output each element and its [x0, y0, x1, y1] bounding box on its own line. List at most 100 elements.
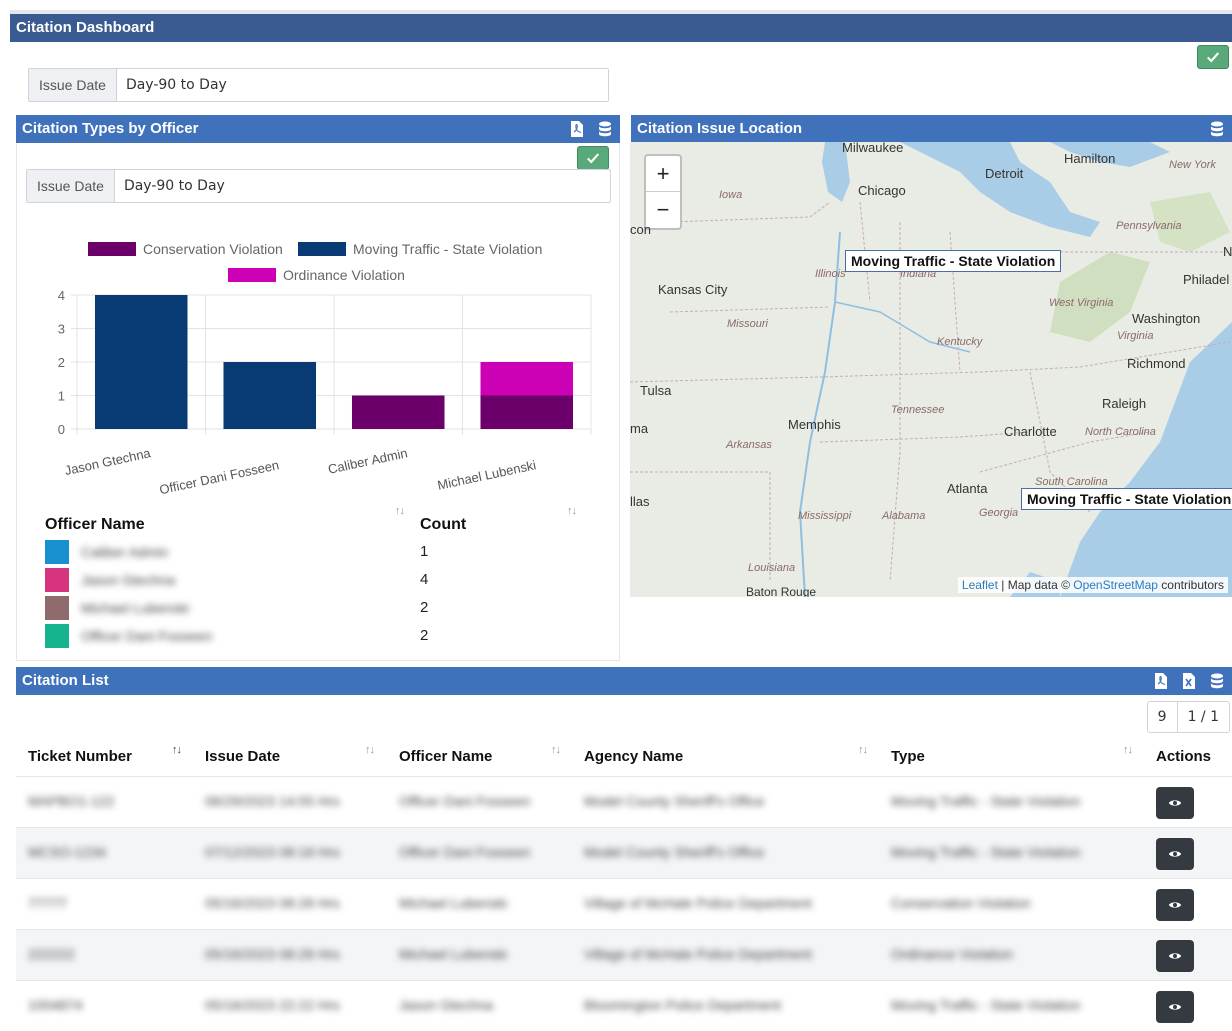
map-state-label: Arkansas: [726, 439, 772, 451]
map-city-label: con: [630, 222, 651, 237]
map-city-label: Detroit: [985, 166, 1024, 181]
sort-icon[interactable]: ↑↓: [172, 744, 182, 756]
sort-icon[interactable]: ↑↓: [395, 505, 405, 517]
officer-row[interactable]: Officer Dani Fosseen: [45, 624, 212, 648]
issue-date-header[interactable]: Issue Date: [205, 748, 280, 765]
officer-count-cell: 2: [420, 599, 429, 616]
database-icon[interactable]: [598, 121, 612, 137]
officer-row[interactable]: Michael Lubenski: [45, 596, 189, 620]
filter-value[interactable]: Day-90 to Day: [117, 69, 227, 101]
issue-date-filter[interactable]: Issue Date Day-90 to Day: [28, 68, 609, 102]
bar-conservation-violation: [480, 395, 574, 429]
legend-item-conservation[interactable]: Conservation Violation: [88, 241, 283, 257]
view-citation-button[interactable]: [1156, 940, 1194, 972]
actions-header: Actions: [1156, 748, 1212, 765]
map-city-label: N: [1223, 244, 1232, 259]
eye-icon: [1168, 953, 1182, 959]
type-cell: Moving Traffic - State Violation: [891, 793, 1081, 809]
y-tick-label: 2: [58, 355, 65, 370]
issue-date-cell: 07/12/2023 08:18 Hrs: [205, 844, 340, 860]
filter-label: Issue Date: [27, 170, 115, 202]
issue-date-cell: 06/29/2023 14:55 Hrs: [205, 793, 340, 809]
map-marker-label[interactable]: Moving Traffic - State Violation: [1021, 488, 1232, 510]
location-panel-title: Citation Issue Location: [637, 120, 803, 137]
pdf-icon[interactable]: [1154, 673, 1168, 689]
bar-ordinance-violation: [480, 362, 574, 396]
leaflet-link[interactable]: Leaflet: [962, 578, 998, 592]
citation-row[interactable]: 77777 05/16/2023 08:28 Hrs Michael Lubensk…: [16, 878, 1232, 929]
map-city-label: Milwaukee: [842, 142, 904, 155]
view-citation-button[interactable]: [1156, 838, 1194, 870]
sort-icon[interactable]: ↑↓: [1123, 744, 1133, 756]
ticket-number-cell: 77777: [28, 895, 67, 911]
sort-icon[interactable]: ↑↓: [567, 505, 577, 517]
citation-row[interactable]: MAPBO1-122 06/29/2023 14:55 Hrs Officer Da…: [16, 776, 1232, 827]
legend-label: Ordinance Violation: [283, 267, 405, 283]
page-indicator[interactable]: 1 / 1: [1178, 702, 1229, 732]
officer-row[interactable]: Jason Gtechna: [45, 568, 175, 592]
map-state-label: West Virginia: [1049, 297, 1114, 309]
type-cell: Moving Traffic - State Violation: [891, 997, 1081, 1013]
types-issue-date-filter[interactable]: Issue Date Day-90 to Day: [26, 169, 611, 203]
excel-icon[interactable]: [1182, 673, 1196, 689]
zoom-control: + −: [644, 154, 682, 230]
types-panel-title: Citation Types by Officer: [22, 120, 199, 137]
legend-item-ordinance[interactable]: Ordinance Violation: [228, 267, 405, 283]
officer-name-cell: Michael Lubenski: [81, 600, 190, 616]
attribution-separator: | Map data ©: [997, 578, 1074, 592]
database-icon[interactable]: [1210, 121, 1224, 137]
agency-name-header[interactable]: Agency Name: [584, 748, 683, 765]
view-citation-button[interactable]: [1156, 991, 1194, 1023]
sort-icon[interactable]: ↑↓: [551, 744, 561, 756]
citation-row[interactable]: MCSO-1234 07/12/2023 08:18 Hrs Officer Dan…: [16, 827, 1232, 878]
sort-icon[interactable]: ↑↓: [365, 744, 375, 756]
ticket-number-cell: 222222: [28, 946, 75, 962]
apply-filter-button[interactable]: [1197, 45, 1229, 69]
bar-moving-traffic-state-violation: [94, 295, 188, 429]
location-panel-header: Citation Issue Location: [631, 115, 1232, 143]
zoom-in-button[interactable]: +: [646, 156, 680, 192]
eye-icon: [1168, 902, 1182, 908]
officer-name-header[interactable]: Officer Name: [45, 516, 145, 534]
map-marker-label[interactable]: Moving Traffic - State Violation: [845, 250, 1062, 272]
ticket-number-header[interactable]: Ticket Number: [28, 748, 132, 765]
issue-date-cell: 05/16/2023 08:28 Hrs: [205, 895, 340, 911]
officer-color-swatch: [45, 596, 69, 620]
view-citation-button[interactable]: [1156, 787, 1194, 819]
osm-link[interactable]: OpenStreetMap: [1073, 578, 1158, 592]
ticket-number-cell: MCSO-1234: [28, 844, 106, 860]
sort-icon[interactable]: ↑↓: [858, 744, 868, 756]
filter-value[interactable]: Day-90 to Day: [115, 170, 225, 202]
officer-row[interactable]: Caliber Admin: [45, 540, 168, 564]
view-citation-button[interactable]: [1156, 889, 1194, 921]
pdf-icon[interactable]: [570, 121, 584, 137]
x-category-label: Caliber Admin: [327, 445, 409, 477]
officer-name-cell: Jason Gtechna: [399, 997, 494, 1013]
map-city-label: Baton Rouge: [746, 585, 817, 597]
map-city-label: Chicago: [858, 183, 906, 198]
citation-row[interactable]: 1004874 05/16/2023 22:22 Hrs Jason Gtechna…: [16, 980, 1232, 1031]
officer-name-cell: Michael Lubenski: [399, 895, 508, 911]
database-icon[interactable]: [1210, 673, 1224, 689]
map-city-label: Tulsa: [640, 383, 672, 398]
map-city-label: Washington: [1132, 311, 1201, 326]
legend-swatch: [228, 268, 276, 282]
map-city-label: Hamilton: [1064, 151, 1116, 166]
citation-row[interactable]: 222222 05/16/2023 08:28 Hrs Michael Lubens…: [16, 929, 1232, 980]
attribution-tail: contributors: [1157, 578, 1224, 592]
legend-item-moving-traffic[interactable]: Moving Traffic - State Violation: [298, 241, 542, 257]
citation-list-header: Citation List: [16, 667, 1232, 695]
map-city-label: Raleigh: [1102, 396, 1147, 411]
issue-date-cell: 05/16/2023 08:28 Hrs: [205, 946, 340, 962]
zoom-out-button[interactable]: −: [646, 192, 680, 228]
agency-name-cell: Village of McHale Police Department: [584, 946, 812, 962]
types-apply-button[interactable]: [577, 146, 609, 170]
count-header[interactable]: Count: [420, 516, 466, 534]
filter-label: Issue Date: [29, 69, 117, 101]
officer-name-column-header[interactable]: Officer Name: [399, 748, 492, 765]
type-header[interactable]: Type: [891, 748, 925, 765]
map-state-label: Mississippi: [798, 510, 852, 522]
check-icon: [1207, 52, 1220, 63]
agency-name-cell: Bloomington Police Department: [584, 997, 781, 1013]
citation-location-map[interactable]: + − Milwaukee Hamilton Detroit Chicago K…: [630, 142, 1232, 597]
